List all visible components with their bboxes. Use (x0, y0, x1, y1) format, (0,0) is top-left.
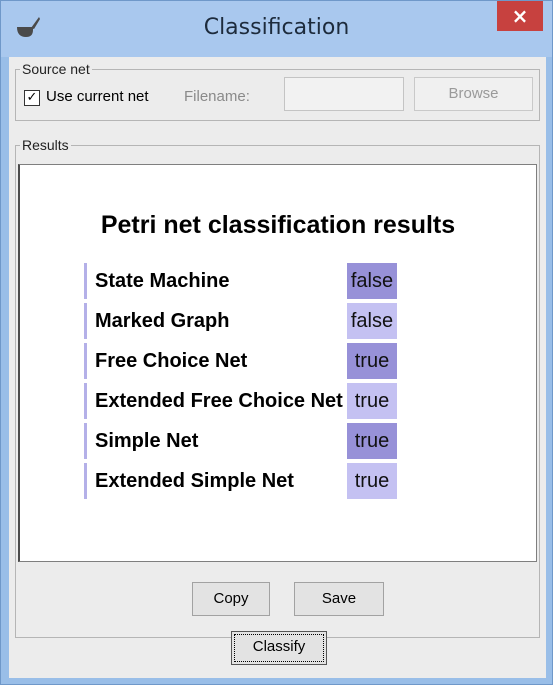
filename-label: Filename: (184, 88, 250, 105)
classify-button[interactable]: Classify (231, 631, 327, 665)
table-row: State Machine false (84, 263, 398, 299)
window-title: Classification (203, 15, 350, 40)
source-net-legend: Source net (20, 61, 92, 77)
row-value: true (346, 383, 398, 419)
results-heading: Petri net classification results (100, 211, 456, 239)
copy-button[interactable]: Copy (192, 582, 270, 616)
table-row: Extended Free Choice Net true (84, 383, 398, 419)
results-panel[interactable]: Petri net classification results State M… (18, 164, 537, 562)
row-label: Extended Free Choice Net (84, 383, 347, 419)
row-label: Free Choice Net (84, 343, 347, 379)
row-label: Simple Net (84, 423, 347, 459)
table-row: Extended Simple Net true (84, 463, 398, 499)
use-current-net-checkbox[interactable]: ✓ (24, 90, 40, 106)
dialog-body: Source net ✓ Use current net Filename: B… (9, 57, 546, 678)
row-value: true (346, 343, 398, 379)
results-group: Results Petri net classification results… (15, 137, 540, 638)
source-net-group: Source net ✓ Use current net Filename: B… (15, 61, 540, 121)
table-row: Simple Net true (84, 423, 398, 459)
row-value: true (346, 423, 398, 459)
save-button[interactable]: Save (294, 582, 384, 616)
results-legend: Results (20, 137, 71, 153)
checkmark-icon: ✓ (26, 90, 38, 105)
use-current-net-label[interactable]: Use current net (46, 88, 149, 105)
browse-button[interactable]: Browse (414, 77, 533, 111)
table-row: Free Choice Net true (84, 343, 398, 379)
row-label: State Machine (84, 263, 347, 299)
row-value: true (346, 463, 398, 499)
row-label: Extended Simple Net (84, 463, 347, 499)
results-table: State Machine false Marked Graph false F… (84, 259, 398, 503)
row-label: Marked Graph (84, 303, 347, 339)
row-value: false (346, 303, 398, 339)
close-button[interactable]: × (497, 1, 543, 31)
filename-field[interactable] (284, 77, 404, 111)
table-row: Marked Graph false (84, 303, 398, 339)
title-bar[interactable]: Classification × (1, 1, 552, 57)
row-value: false (346, 263, 398, 299)
classification-window: Classification × Source net ✓ Use curren… (0, 0, 553, 685)
